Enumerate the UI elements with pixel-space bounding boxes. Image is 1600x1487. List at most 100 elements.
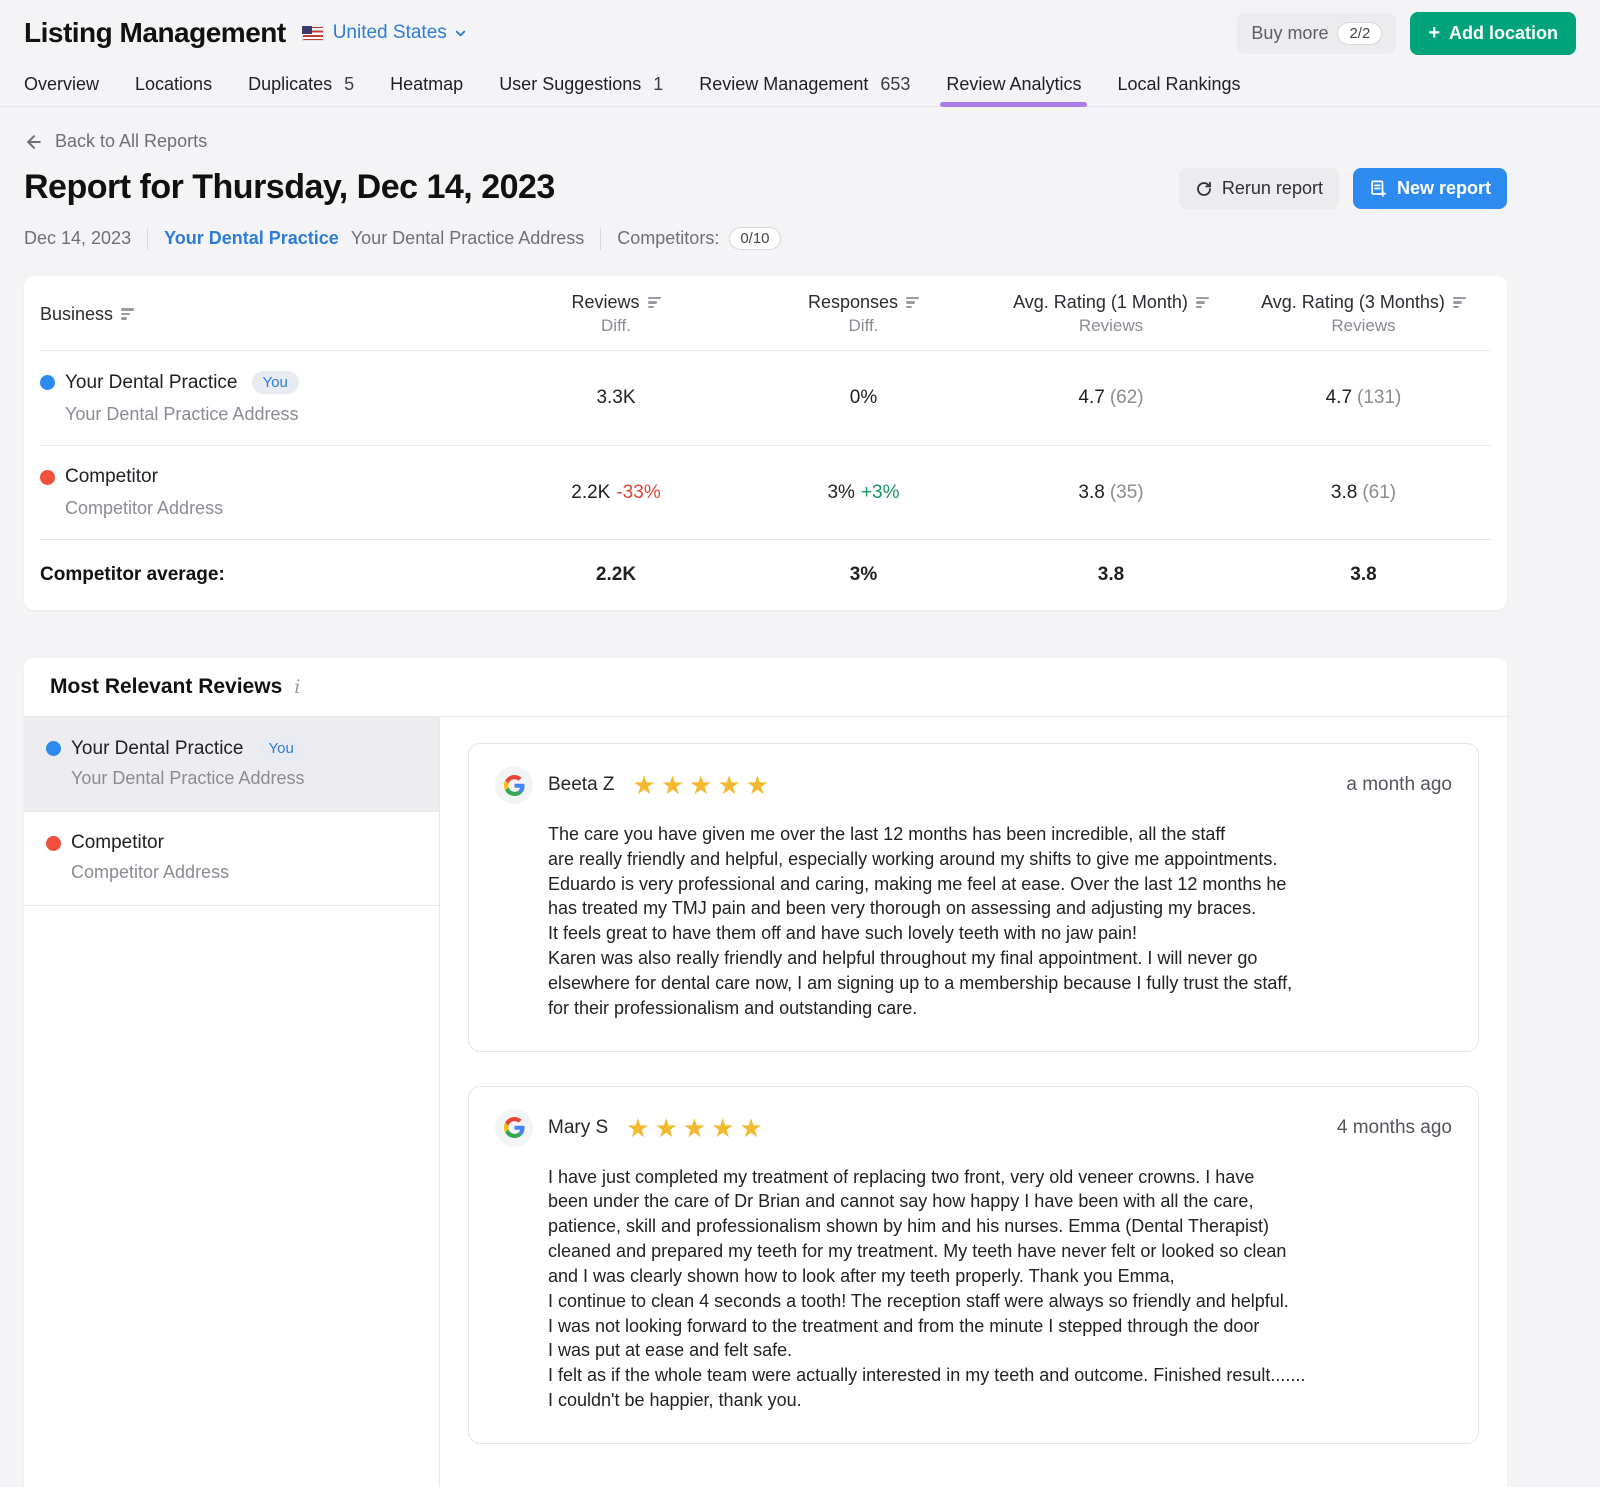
competitor-dot-icon: [46, 836, 61, 851]
sort-icon: [1196, 297, 1209, 309]
practice-dot-icon: [46, 741, 61, 756]
review-text: The care you have given me over the last…: [548, 822, 1452, 1021]
business-address: Your Dental Practice Address: [65, 404, 491, 425]
us-flag-icon: [302, 26, 324, 41]
rating-1-month-value: 3.8(35): [986, 482, 1236, 504]
sidebar-item-competitor[interactable]: Competitor Competitor Address: [24, 812, 439, 906]
review-management-count: 653: [880, 74, 910, 95]
most-relevant-reviews-section: Most Relevant Reviews i Your Dental Prac…: [24, 658, 1507, 1487]
avg-rating-3-months-value: 3.8: [1236, 564, 1491, 586]
new-report-label: New report: [1397, 178, 1491, 199]
competitors-label: Competitors:: [617, 228, 719, 249]
sidebar-item-address: Competitor Address: [71, 862, 419, 883]
review-author: Beeta Z: [548, 774, 615, 796]
location-selector[interactable]: United States: [333, 22, 468, 44]
avg-reviews-value: 2.2K: [491, 564, 741, 586]
location-label: United States: [333, 22, 447, 44]
business-name: Your Dental Practice: [65, 372, 238, 394]
column-header-avg-rating-3-months[interactable]: Avg. Rating (3 Months) Reviews: [1236, 292, 1491, 336]
rating-3-months-value: 3.8(61): [1236, 482, 1491, 504]
star-rating-icons: ★★★★★: [633, 772, 775, 798]
responses-value: 0%: [741, 387, 986, 409]
review-card: Beeta Z ★★★★★ a month ago The care you h…: [468, 743, 1479, 1052]
tab-duplicates[interactable]: Duplicates5: [248, 62, 354, 106]
reviews-value: 3.3K: [491, 387, 741, 409]
review-author: Mary S: [548, 1117, 608, 1139]
practice-dot-icon: [40, 375, 55, 390]
nav-tabs: Overview Locations Duplicates5 Heatmap U…: [0, 62, 1600, 107]
reviews-sidebar: Your Dental Practice You Your Dental Pra…: [24, 717, 440, 1487]
add-location-button[interactable]: + Add location: [1410, 12, 1576, 55]
competitors-count-badge: 0/10: [729, 227, 780, 250]
back-link[interactable]: Back to All Reports: [24, 131, 1507, 152]
business-name: Competitor: [65, 466, 158, 488]
page-title: Report for Thursday, Dec 14, 2023: [24, 168, 555, 207]
avg-rating-1-month-value: 3.8: [986, 564, 1236, 586]
tab-heatmap[interactable]: Heatmap: [390, 62, 463, 106]
reviews-value: 2.2K-33%: [491, 482, 741, 504]
new-report-icon: [1369, 179, 1388, 198]
info-icon[interactable]: i: [294, 676, 300, 698]
sidebar-item-name: Competitor: [71, 832, 164, 854]
rerun-report-button[interactable]: Rerun report: [1179, 168, 1339, 209]
chevron-down-icon: [453, 26, 468, 41]
arrow-left-icon: [24, 132, 44, 152]
divider: [600, 228, 601, 250]
add-location-label: Add location: [1449, 23, 1558, 44]
app-header: Listing Management United States Buy mor…: [0, 0, 1600, 62]
google-logo-icon: [495, 766, 533, 804]
locations-quota-badge: 2/2: [1337, 22, 1382, 45]
duplicates-count: 5: [344, 74, 354, 95]
sidebar-item-address: Your Dental Practice Address: [71, 768, 419, 789]
sidebar-item-your-practice[interactable]: Your Dental Practice You Your Dental Pra…: [24, 717, 439, 812]
refresh-icon: [1195, 180, 1213, 198]
column-header-business[interactable]: Business: [40, 304, 491, 325]
responses-value: 3%+3%: [741, 482, 986, 504]
google-logo-icon: [495, 1109, 533, 1147]
report-date: Dec 14, 2023: [24, 228, 131, 249]
review-card: Mary S ★★★★★ 4 months ago I have just co…: [468, 1086, 1479, 1444]
buy-more-button[interactable]: Buy more 2/2: [1237, 13, 1396, 54]
app-title: Listing Management: [24, 17, 286, 49]
tab-review-analytics[interactable]: Review Analytics: [946, 62, 1081, 106]
new-report-button[interactable]: New report: [1353, 168, 1507, 209]
star-rating-icons: ★★★★★: [626, 1115, 768, 1141]
review-date: a month ago: [1346, 774, 1452, 796]
review-text: I have just completed my treatment of re…: [548, 1165, 1452, 1413]
reviews-list: Beeta Z ★★★★★ a month ago The care you h…: [440, 717, 1507, 1487]
report-meta: Dec 14, 2023 Your Dental Practice Your D…: [24, 227, 1507, 250]
sort-icon: [648, 297, 661, 309]
divider: [147, 228, 148, 250]
sidebar-item-name: Your Dental Practice: [71, 738, 244, 760]
tab-user-suggestions[interactable]: User Suggestions1: [499, 62, 663, 106]
tab-local-rankings[interactable]: Local Rankings: [1117, 62, 1240, 106]
column-header-avg-rating-1-month[interactable]: Avg. Rating (1 Month) Reviews: [986, 292, 1236, 336]
column-header-reviews[interactable]: Reviews Diff.: [491, 292, 741, 336]
tab-overview[interactable]: Overview: [24, 62, 99, 106]
you-badge: You: [258, 737, 305, 760]
practice-address: Your Dental Practice Address: [351, 228, 584, 249]
tab-review-management[interactable]: Review Management653: [699, 62, 910, 106]
practice-link[interactable]: Your Dental Practice: [164, 228, 339, 249]
review-date: 4 months ago: [1337, 1117, 1452, 1139]
competitor-dot-icon: [40, 470, 55, 485]
rating-1-month-value: 4.7(62): [986, 387, 1236, 409]
buy-more-label: Buy more: [1251, 23, 1328, 44]
rating-3-months-value: 4.7(131): [1236, 387, 1491, 409]
back-link-label: Back to All Reports: [55, 131, 207, 152]
sort-icon: [1453, 297, 1466, 309]
table-row-your-practice: Your Dental Practice You Your Dental Pra…: [40, 350, 1491, 445]
column-header-responses[interactable]: Responses Diff.: [741, 292, 986, 336]
tab-locations[interactable]: Locations: [135, 62, 212, 106]
you-badge: You: [252, 371, 299, 394]
rerun-report-label: Rerun report: [1222, 178, 1323, 199]
table-row-competitor-average: Competitor average: 2.2K 3% 3.8 3.8: [40, 539, 1491, 610]
section-title: Most Relevant Reviews: [50, 675, 282, 699]
user-suggestions-count: 1: [653, 74, 663, 95]
business-address: Competitor Address: [65, 498, 491, 519]
summary-label: Competitor average:: [40, 564, 491, 586]
plus-icon: +: [1428, 23, 1440, 43]
sort-icon: [121, 308, 134, 320]
sort-icon: [906, 297, 919, 309]
avg-responses-value: 3%: [741, 564, 986, 586]
